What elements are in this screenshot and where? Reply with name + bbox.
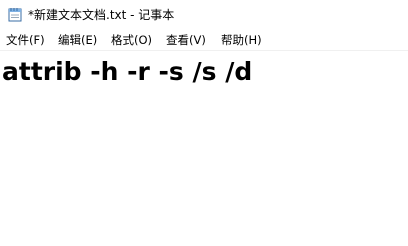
menu-format[interactable]: 格式(O) [111,32,152,48]
notepad-icon [8,8,22,22]
notepad-window: *新建文本文档.txt - 记事本 文件(F) 编辑(E) 格式(O) 查看(V… [0,0,408,246]
window-title: *新建文本文档.txt - 记事本 [28,8,175,22]
editor-content[interactable]: attrib -h -r -s /s /d [2,55,252,89]
menu-view[interactable]: 查看(V) [166,32,206,48]
menu-bar: 文件(F) 编辑(E) 格式(O) 查看(V) 帮助(H) [0,30,408,51]
menu-file[interactable]: 文件(F) [6,32,45,48]
title-bar[interactable]: *新建文本文档.txt - 记事本 [0,0,408,30]
text-editor-area[interactable]: attrib -h -r -s /s /d [0,51,408,246]
menu-edit[interactable]: 编辑(E) [58,32,97,48]
menu-help[interactable]: 帮助(H) [221,32,262,48]
